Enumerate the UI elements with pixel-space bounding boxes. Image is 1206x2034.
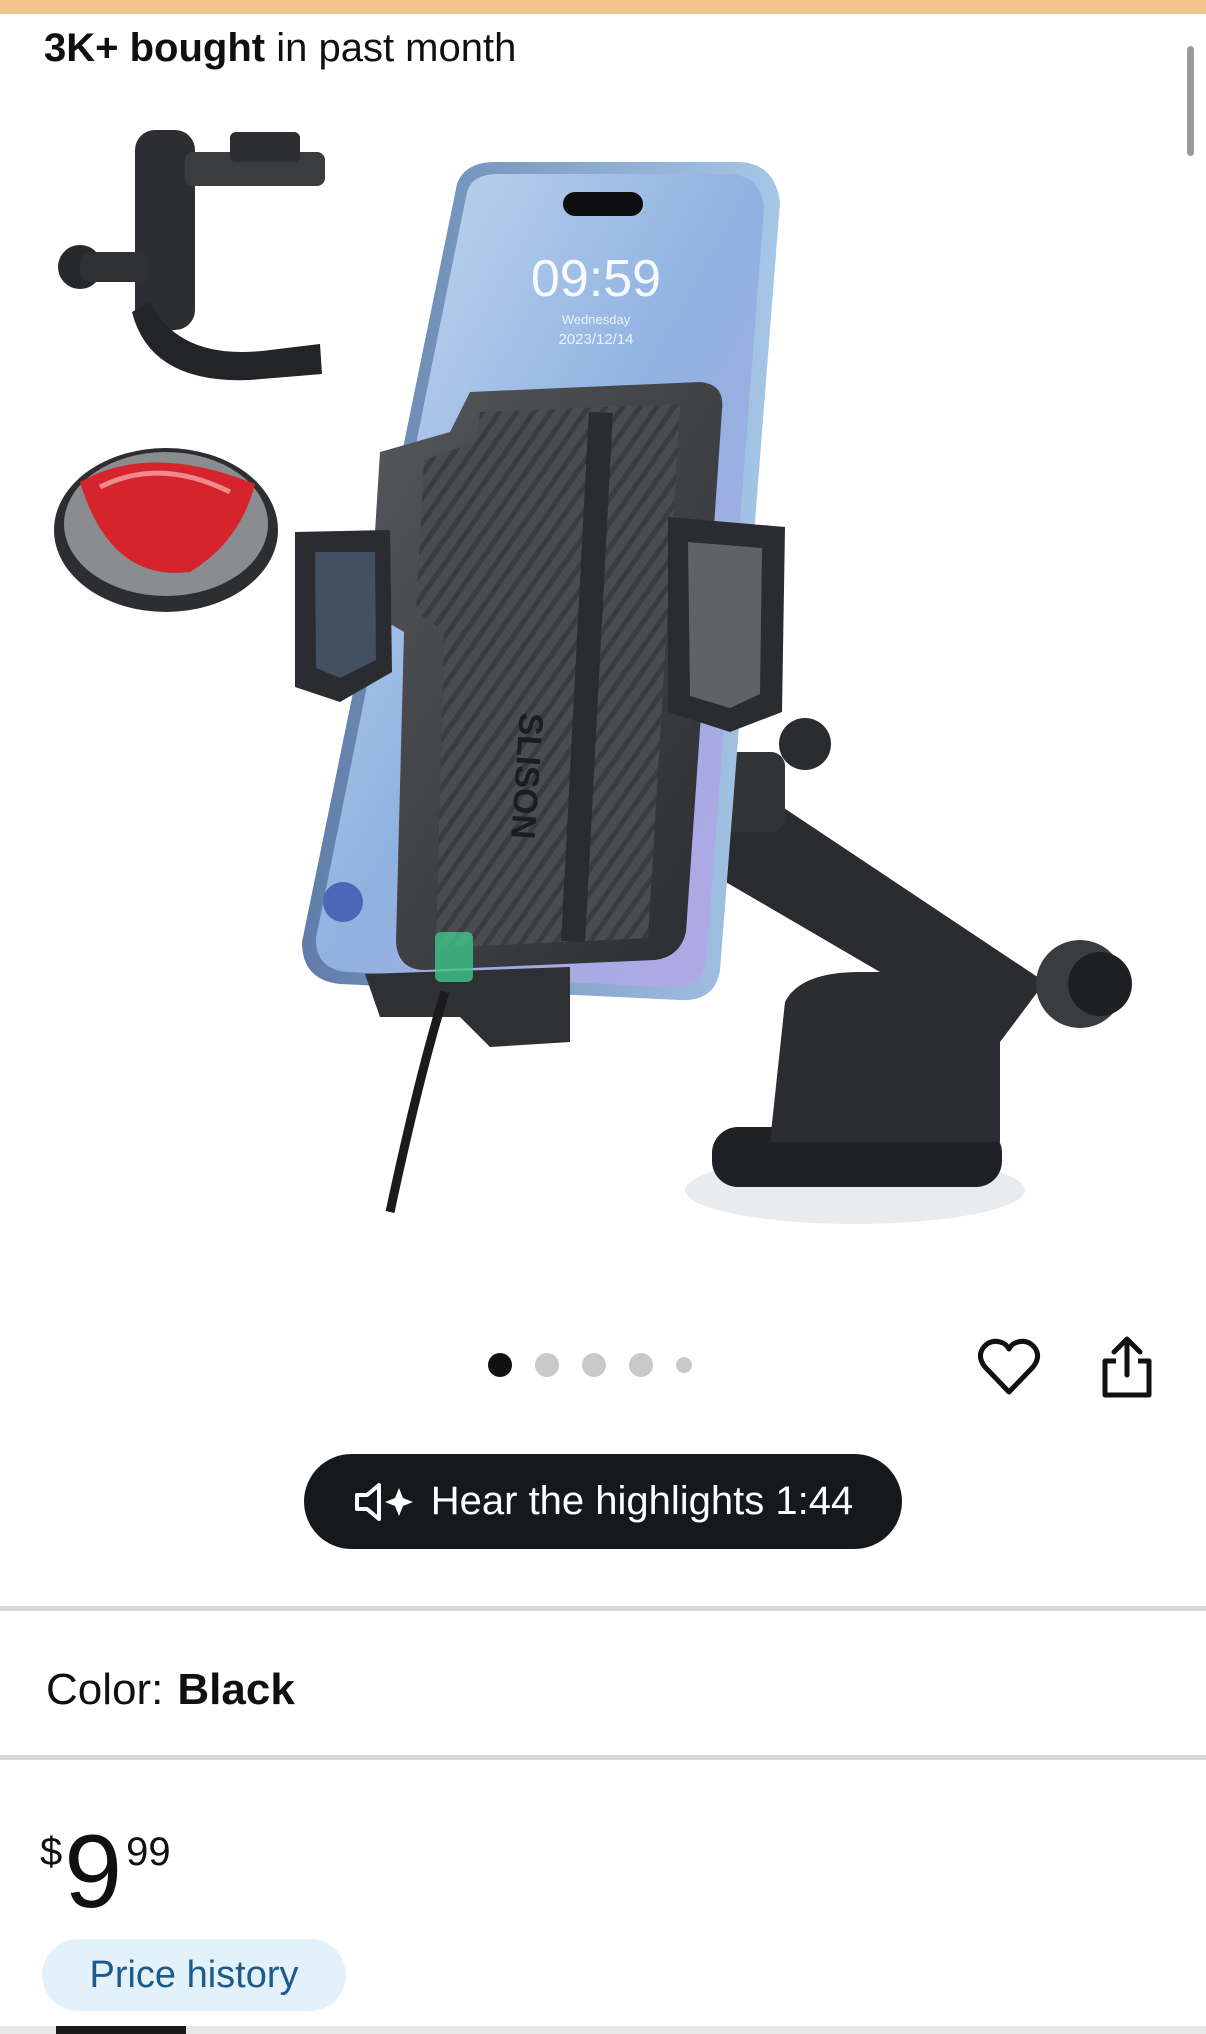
phone-day-text: Wednesday — [562, 312, 631, 327]
carousel-dot[interactable] — [488, 1353, 512, 1377]
share-button[interactable] — [1094, 1333, 1160, 1401]
product-image-gallery[interactable]: 09:59 Wednesday 2023/12/14 SLISON — [0, 100, 1206, 1250]
adhesive-pad-image — [54, 448, 278, 612]
bought-suffix: in past month — [265, 26, 517, 70]
hear-highlights-button[interactable]: Hear the highlights 1:44 — [304, 1454, 902, 1549]
carousel-dot[interactable] — [676, 1357, 692, 1373]
product-image[interactable]: 09:59 Wednesday 2023/12/14 SLISON — [40, 112, 1170, 1252]
image-carousel-dots[interactable] — [488, 1353, 692, 1377]
section-divider — [0, 1606, 1206, 1611]
carousel-dot[interactable] — [535, 1353, 559, 1377]
price-currency: $ — [40, 1830, 63, 1874]
bought-in-past-month: 3K+ bought in past month — [44, 24, 516, 72]
price-history-label: Price history — [89, 1953, 299, 1996]
price-history-button[interactable]: Price history — [42, 1939, 346, 2011]
top-accent-bar — [0, 0, 1206, 14]
add-to-list-button[interactable] — [973, 1333, 1045, 1401]
bottom-strip — [0, 2026, 1206, 2034]
phone-date-text: 2023/12/14 — [558, 331, 633, 348]
price-whole: 9 — [64, 1814, 123, 1930]
hear-highlights-label: Hear the highlights 1:44 — [430, 1479, 854, 1523]
carousel-dot[interactable] — [629, 1353, 653, 1377]
color-selector[interactable]: Color: Black — [46, 1664, 295, 1716]
speaker-sparkle-icon — [353, 1482, 419, 1522]
air-vent-clip-image — [58, 130, 325, 381]
color-value: Black — [177, 1665, 295, 1714]
heart-icon — [977, 1338, 1041, 1395]
color-label: Color: — [46, 1665, 164, 1714]
price: $ 9 99 — [40, 1820, 171, 1924]
section-divider — [0, 1755, 1206, 1760]
carousel-dot[interactable] — [582, 1353, 606, 1377]
bought-count: 3K+ bought — [44, 26, 266, 70]
price-fraction: 99 — [126, 1830, 171, 1874]
bottom-strip-mark — [56, 2026, 186, 2034]
phone-time-text: 09:59 — [531, 250, 661, 308]
share-icon — [1102, 1336, 1152, 1398]
